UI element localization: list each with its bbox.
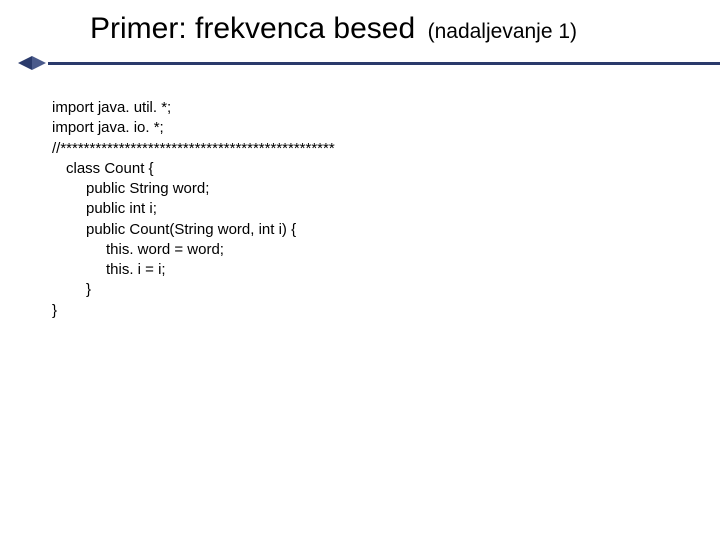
divider-line [48, 62, 720, 65]
code-line: import java. io. *; [52, 118, 680, 138]
code-line: import java. util. *; [52, 98, 680, 118]
code-line: } [52, 301, 680, 321]
code-line: public Count(String word, int i) { [52, 220, 680, 240]
code-line: class Count { [52, 159, 680, 179]
slide-title: Primer: frekvenca besed [90, 12, 415, 45]
code-line: //**************************************… [52, 139, 680, 159]
diamond-bullet-icon [18, 56, 46, 70]
code-block: import java. util. *; import java. io. *… [0, 98, 720, 321]
code-line: this. word = word; [52, 240, 680, 260]
slide: Primer: frekvenca besed (nadaljevanje 1)… [0, 0, 720, 540]
code-line: public int i; [52, 199, 680, 219]
code-line: this. i = i; [52, 260, 680, 280]
code-line: public String word; [52, 179, 680, 199]
divider [0, 56, 720, 70]
code-line: } [52, 280, 680, 300]
slide-subtitle: (nadaljevanje 1) [428, 20, 577, 43]
title-area: Primer: frekvenca besed (nadaljevanje 1) [0, 12, 720, 46]
